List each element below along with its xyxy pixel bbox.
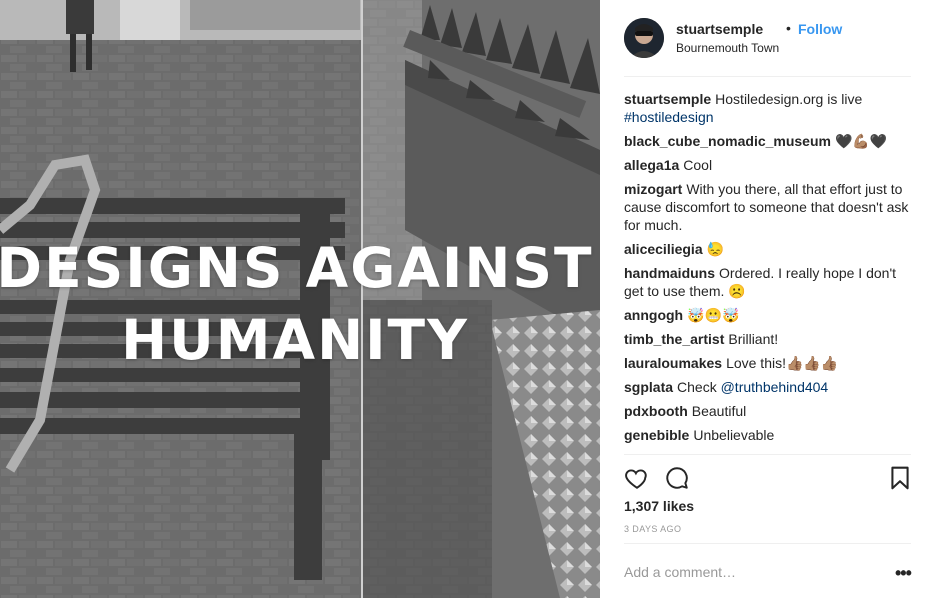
comment-username[interactable]: anngogh xyxy=(624,307,683,323)
post-sidebar: stuartsemple • Follow Bournemouth Town s… xyxy=(600,0,935,598)
comment-item: pdxbooth Beautiful xyxy=(624,402,914,420)
avatar[interactable] xyxy=(624,18,664,58)
comment-item: lauraloumakes Love this!👍🏽👍🏽👍🏽 xyxy=(624,354,914,372)
comment-text: 😓 xyxy=(706,241,725,257)
comment-username[interactable]: lauraloumakes xyxy=(624,355,722,371)
comment-text: Love this!👍🏽👍🏽👍🏽 xyxy=(726,355,839,371)
bookmark-icon[interactable] xyxy=(887,465,913,491)
comment-text: Cool xyxy=(683,157,713,173)
follow-button[interactable]: Follow xyxy=(798,21,842,37)
comment-text: 🤯😬🤯 xyxy=(687,307,740,323)
post-photo[interactable]: DESIGNS AGAINST HUMANITY xyxy=(0,0,600,598)
add-comment-input[interactable]: Add a comment… xyxy=(624,564,884,580)
comment-username[interactable]: pdxbooth xyxy=(624,403,688,419)
comment-icon[interactable] xyxy=(664,465,690,491)
action-bar xyxy=(624,465,911,491)
comment-list: stuartsemple Hostiledesign.org is live #h… xyxy=(624,90,914,450)
comment-text: 🖤💪🏽🖤 xyxy=(834,133,888,149)
comment-item: aliceciliegia 😓 xyxy=(624,240,914,258)
comment-username[interactable]: stuartsemple xyxy=(624,91,711,107)
comment-hashtag[interactable]: #hostiledesign xyxy=(624,109,714,125)
comment-item: handmaiduns Ordered. I really hope I don'… xyxy=(624,264,914,300)
comment-username[interactable]: aliceciliegia xyxy=(624,241,703,257)
comment-username[interactable]: handmaiduns xyxy=(624,265,715,281)
comment-item: mizogart With you there, all that effort … xyxy=(624,180,914,234)
post-location[interactable]: Bournemouth Town xyxy=(676,41,779,55)
comment-username[interactable]: allega1a xyxy=(624,157,679,173)
comment-item: stuartsemple Hostiledesign.org is live #h… xyxy=(624,90,914,126)
more-options-icon[interactable]: ••• xyxy=(895,563,912,584)
post-timestamp: 3 DAYS AGO xyxy=(624,524,682,534)
comment-username[interactable]: black_cube_nomadic_museum xyxy=(624,133,831,149)
comment-text: Brilliant! xyxy=(728,331,779,347)
headline-line-1: DESIGNS AGAINST xyxy=(0,236,594,300)
likes-count[interactable]: 1,307 likes xyxy=(624,498,694,514)
comment-text: Hostiledesign.org is live xyxy=(715,91,863,107)
post-author-username[interactable]: stuartsemple xyxy=(676,21,763,37)
comment-item: sgplata Check @truthbehind404 xyxy=(624,378,914,396)
comment-item: allega1a Cool xyxy=(624,156,914,174)
comment-item: genebible Unbelievable xyxy=(624,426,914,444)
comment-form-divider xyxy=(624,543,911,544)
comment-username[interactable]: timb_the_artist xyxy=(624,331,724,347)
header-separator: • xyxy=(786,20,791,36)
comment-item: timb_the_artist Brilliant! xyxy=(624,330,914,348)
comment-username[interactable]: genebible xyxy=(624,427,689,443)
comment-item: anngogh 🤯😬🤯 xyxy=(624,306,914,324)
headline-line-2: HUMANITY xyxy=(121,308,469,372)
comment-text: Beautiful xyxy=(691,403,747,419)
comment-text: Unbelievable xyxy=(693,427,775,443)
comment-text: Check xyxy=(677,379,717,395)
post-header: stuartsemple • Follow Bournemouth Town xyxy=(624,18,911,77)
comment-username[interactable]: mizogart xyxy=(624,181,682,197)
avatar-image xyxy=(624,18,664,58)
heart-icon[interactable] xyxy=(624,465,650,491)
comment-username[interactable]: sgplata xyxy=(624,379,673,395)
comment-mention[interactable]: @truthbehind404 xyxy=(721,379,829,395)
comment-item: black_cube_nomadic_museum 🖤💪🏽🖤 xyxy=(624,132,914,150)
actions-divider xyxy=(624,454,911,455)
